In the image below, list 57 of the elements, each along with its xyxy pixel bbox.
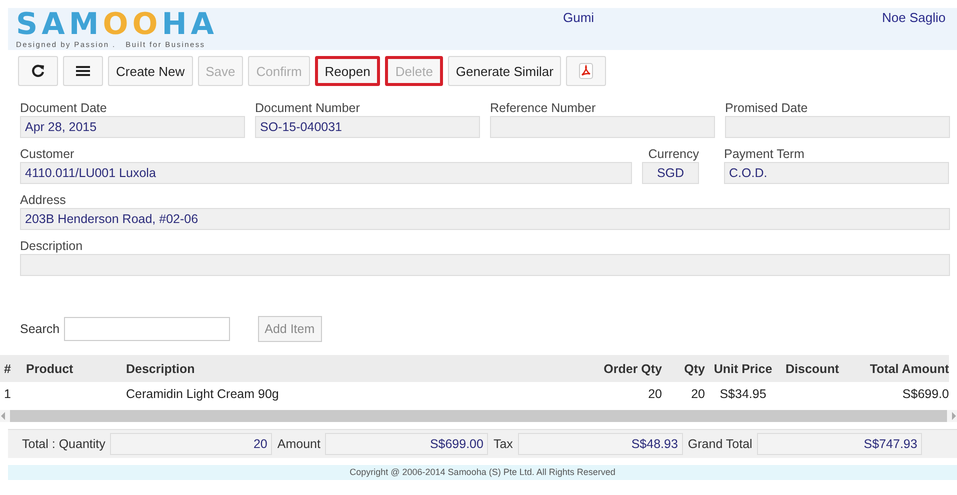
input-field[interactable]: SO-15-040031 xyxy=(255,116,480,138)
company-name[interactable]: Gumi xyxy=(563,10,594,25)
input-field[interactable] xyxy=(490,116,715,138)
input-field[interactable] xyxy=(20,254,950,276)
table-cell: S$699.0 xyxy=(902,387,949,401)
table-cell: 1 xyxy=(4,387,11,401)
table-cell: Ceramidin Light Cream 90g xyxy=(126,387,279,401)
field-label: Document Date xyxy=(20,100,108,116)
total-label: Tax xyxy=(493,437,513,451)
scroll-right-icon[interactable] xyxy=(951,412,957,420)
column-header[interactable]: Unit Price xyxy=(714,362,772,376)
table-cell: S$34.95 xyxy=(720,387,766,401)
field-label: Document Number xyxy=(255,100,361,116)
copyright-text: Copyright @ 2006-2014 Samooha (S) Pte Ltd. All Rights Reserved xyxy=(350,467,616,477)
column-header[interactable]: Discount xyxy=(786,362,839,376)
user-name[interactable]: Noe Saglio xyxy=(882,10,946,25)
input-field[interactable]: SGD xyxy=(642,162,699,184)
table-cell: 20 xyxy=(691,387,705,401)
input-field[interactable]: C.O.D. xyxy=(724,162,949,184)
column-header[interactable]: Qty xyxy=(684,362,705,376)
total-field: S$48.93 xyxy=(518,433,683,455)
field-label: Payment Term xyxy=(724,146,806,162)
input-field[interactable] xyxy=(725,116,950,138)
refresh-button[interactable] xyxy=(18,56,58,86)
pdf-button[interactable] xyxy=(566,56,606,86)
search-field[interactable] xyxy=(64,317,230,341)
field-label: Promised Date xyxy=(725,100,809,116)
toolbar-button[interactable]: Generate Similar xyxy=(448,56,562,86)
total-label: Amount xyxy=(277,437,320,451)
input-field[interactable]: 4110.011/LU001 Luxola xyxy=(20,162,632,184)
search-label: Search xyxy=(20,322,60,336)
column-header[interactable]: Total Amount xyxy=(870,362,949,376)
total-label: Total : Quantity xyxy=(22,437,106,451)
horizontal-scrollbar[interactable] xyxy=(0,410,957,422)
toolbar-button[interactable]: Create New xyxy=(108,56,193,86)
toolbar-button[interactable]: Reopen xyxy=(314,56,380,86)
menu-icon xyxy=(76,65,90,77)
column-header[interactable]: Description xyxy=(126,362,195,376)
total-label: Grand Total xyxy=(688,437,752,451)
scroll-left-icon[interactable] xyxy=(0,412,6,420)
column-header[interactable]: Order Qty xyxy=(604,362,662,376)
field-label: Description xyxy=(20,238,84,254)
table-cell: 20 xyxy=(648,387,662,401)
field-label: Customer xyxy=(20,146,76,162)
column-header[interactable]: Product xyxy=(26,362,74,376)
column-header[interactable]: # xyxy=(4,362,11,376)
field-label: Currency xyxy=(648,146,699,162)
menu-button[interactable] xyxy=(63,56,103,86)
input-field[interactable]: Apr 28, 2015 xyxy=(20,116,245,138)
total-field: S$699.00 xyxy=(325,433,488,455)
input-field[interactable]: 203B Henderson Road, #02-06 xyxy=(20,208,950,230)
refresh-icon xyxy=(31,64,45,78)
total-field: S$747.93 xyxy=(757,433,922,455)
pdf-icon xyxy=(579,63,594,79)
field-label: Address xyxy=(20,192,67,208)
field-label: Reference Number xyxy=(490,100,597,116)
total-field: 20 xyxy=(110,433,272,455)
